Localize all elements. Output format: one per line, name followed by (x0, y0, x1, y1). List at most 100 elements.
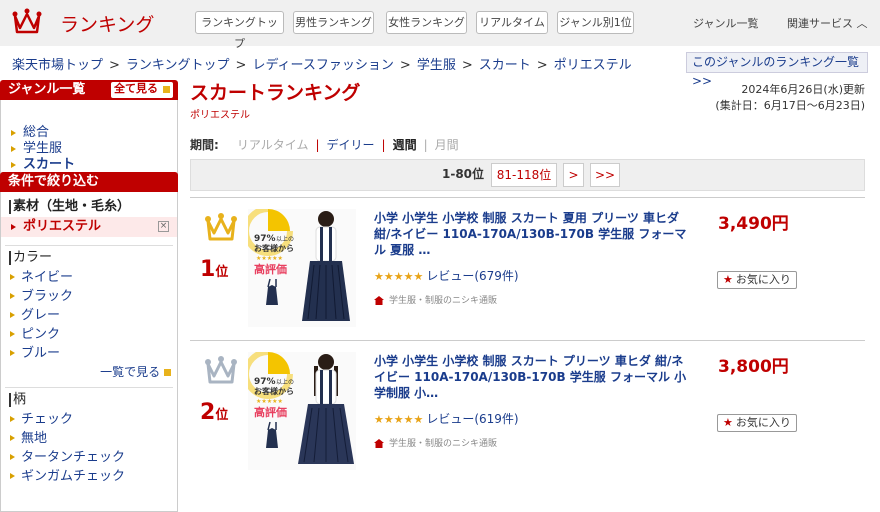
svg-text:★★★★★: ★★★★★ (256, 255, 283, 262)
genre-item-skirt[interactable]: スカート (1, 157, 177, 173)
review-link[interactable]: レビュー(619件) (426, 412, 518, 426)
material-selected-polyester[interactable]: ポリエステル × (1, 217, 177, 237)
rank-number: 1位 (200, 257, 228, 282)
pattern-section-title: 柄 (1, 390, 177, 410)
product-title-link[interactable]: 小学 小学生 小学校 制服 スカート プリーツ 車ヒダ 紺/ネイビー 110A-… (374, 353, 689, 401)
favorite-button[interactable]: ★ お気に入り (717, 414, 797, 432)
svg-text:★★★★★: ★★★★★ (256, 398, 283, 405)
pagination: 1-80位 81-118位 > >> (190, 159, 865, 191)
rating: ★★★★★ レビュー(679件) (374, 267, 519, 284)
header-bar: ランキング ランキングトップ 男性ランキング 女性ランキング リアルタイム ジャ… (0, 0, 880, 50)
product-image: 97% 以上の お客様から ★★★★★ 高評価 (248, 209, 356, 327)
filter-divider (5, 237, 173, 246)
page-subtitle: ポリエステル (190, 110, 250, 121)
filter-header: 条件で絞り込む (0, 172, 178, 192)
arrow-icon (163, 86, 170, 93)
show-all-label: 全て見る (114, 82, 158, 95)
color-more-label: 一覧で見る (100, 365, 161, 379)
updated-date: 2024年6月26日(水)更新 (741, 83, 865, 96)
genre-list-link[interactable]: ジャンル一覧 (693, 15, 758, 31)
nav-female-ranking[interactable]: 女性ランキング (386, 11, 467, 34)
page-next-range[interactable]: 81-118位 (491, 163, 557, 187)
related-services-link[interactable]: 関連サービス ︿ (787, 15, 868, 31)
nav-realtime[interactable]: リアルタイム (476, 11, 548, 34)
star-rating-icon: ★★★★★ (374, 413, 424, 426)
breadcrumb-separator: > (109, 58, 120, 73)
period-separator: | (315, 138, 320, 152)
thumb-line1: 以上の (276, 235, 294, 243)
pattern-item-check[interactable]: チェック (1, 410, 177, 429)
page-title: スカートランキング (190, 82, 361, 104)
rank-suffix: 位 (215, 408, 229, 423)
product-thumbnail[interactable]: 97% 以上の お客様から ★★★★★ 高評価 (248, 209, 356, 327)
rating: ★★★★★ レビュー(619件) (374, 410, 519, 427)
breadcrumb-separator: > (536, 58, 548, 73)
thumb-line1: 以上の (276, 378, 294, 386)
crown-logo-icon[interactable] (12, 8, 42, 36)
color-item-gray[interactable]: グレー (1, 306, 177, 325)
page-last-button[interactable]: >> (590, 163, 620, 187)
pattern-item-gingham[interactable]: ギンガムチェック (1, 467, 177, 486)
silver-crown-icon (205, 356, 237, 384)
favorite-label: お気に入り (735, 273, 791, 286)
item-divider (190, 197, 865, 198)
pattern-item-tartan[interactable]: タータンチェック (1, 448, 177, 467)
arrow-icon (164, 369, 171, 376)
breadcrumb-item[interactable]: レディースファッション (252, 58, 393, 73)
filter-divider (5, 382, 173, 388)
shop-name: 学生服・制服のニシキ通販 (389, 439, 498, 449)
breadcrumb-item[interactable]: 学生服 (417, 58, 456, 73)
color-more-link[interactable]: 一覧で見る (1, 363, 177, 382)
color-item-black[interactable]: ブラック (1, 287, 177, 306)
nav-male-ranking[interactable]: 男性ランキング (293, 11, 374, 34)
breadcrumb-item[interactable]: ポリエステル (554, 58, 632, 73)
sidebar-genre-title: ジャンル一覧 (8, 82, 86, 97)
breadcrumb-item[interactable]: 楽天市場トップ (12, 58, 103, 73)
breadcrumb-separator: > (235, 58, 247, 73)
period-daily[interactable]: デイリー (327, 138, 375, 152)
product-thumbnail[interactable]: 97% 以上の お客様から ★★★★★ 高評価 (248, 352, 356, 470)
shop-name: 学生服・制服のニシキ通販 (389, 296, 498, 306)
period-monthly: 月間 (434, 138, 459, 152)
favorite-button[interactable]: ★ お気に入り (717, 271, 797, 289)
color-item-pink[interactable]: ピンク (1, 325, 177, 344)
product-price: 3,490円 (718, 214, 789, 234)
shop-link[interactable]: 学生服・制服のニシキ通販 (374, 293, 497, 306)
period-separator: | (381, 138, 386, 152)
thumb-line2: お客様から (254, 243, 294, 253)
breadcrumb-item[interactable]: スカート (479, 58, 531, 73)
nav-genre-first[interactable]: ジャンル別1位 (557, 11, 634, 34)
favorite-label: お気に入り (735, 416, 791, 429)
nav-ranking-top[interactable]: ランキングトップ (195, 11, 284, 50)
shop-house-icon (374, 296, 384, 305)
color-item-navy[interactable]: ネイビー (1, 268, 177, 287)
color-item-blue[interactable]: ブルー (1, 344, 177, 363)
update-info: 2024年6月26日(水)更新 (集計日：6月17日〜6月23日) (715, 82, 865, 114)
logo-text[interactable]: ランキング (60, 10, 154, 37)
breadcrumb: 楽天市場トップ > ランキングトップ > レディースファッション > 学生服 > スカート > ポリ… (12, 54, 632, 73)
product-title-link[interactable]: 小学 小学生 小学校 制服 スカート 夏用 プリーツ 車ヒダ 紺/ネイビー 11… (374, 210, 689, 258)
sidebar-genre: ジャンル一覧 全て見る 総合 学生服 スカート (0, 80, 178, 180)
remove-filter-icon[interactable]: × (158, 221, 169, 232)
genre-item-school-uniform[interactable]: 学生服 (1, 141, 177, 157)
product-image: 97% 以上の お客様から ★★★★★ 高評価 (248, 352, 356, 470)
star-icon: ★ (723, 416, 733, 429)
product-price: 3,800円 (718, 357, 789, 377)
period-selector: 期間: リアルタイム | デイリー | 週間 | 月間 (190, 136, 459, 153)
thumb-line3: 高評価 (254, 262, 287, 276)
material-selected-label: ポリエステル (23, 219, 102, 234)
pattern-item-plain[interactable]: 無地 (1, 429, 177, 448)
shop-link[interactable]: 学生服・制服のニシキ通販 (374, 436, 497, 449)
page-next-button[interactable]: > (563, 163, 584, 187)
thumb-pct: 97% (254, 377, 276, 387)
genre-ranking-list-link[interactable]: このジャンルのランキング一覧 >> (686, 52, 868, 88)
review-link[interactable]: レビュー(679件) (426, 269, 518, 283)
ranking-item: 1位 97% 以上の お客様から ★★★★★ 高評価 小学 小学生 小学校 制服… (190, 199, 865, 341)
thumb-pct: 97% (254, 234, 276, 244)
star-rating-icon: ★★★★★ (374, 270, 424, 283)
breadcrumb-item[interactable]: ランキングトップ (126, 58, 230, 73)
thumb-line3: 高評価 (254, 405, 287, 419)
show-all-button[interactable]: 全て見る (111, 82, 173, 98)
shop-house-icon (374, 439, 384, 448)
genre-item-all[interactable]: 総合 (1, 125, 177, 141)
